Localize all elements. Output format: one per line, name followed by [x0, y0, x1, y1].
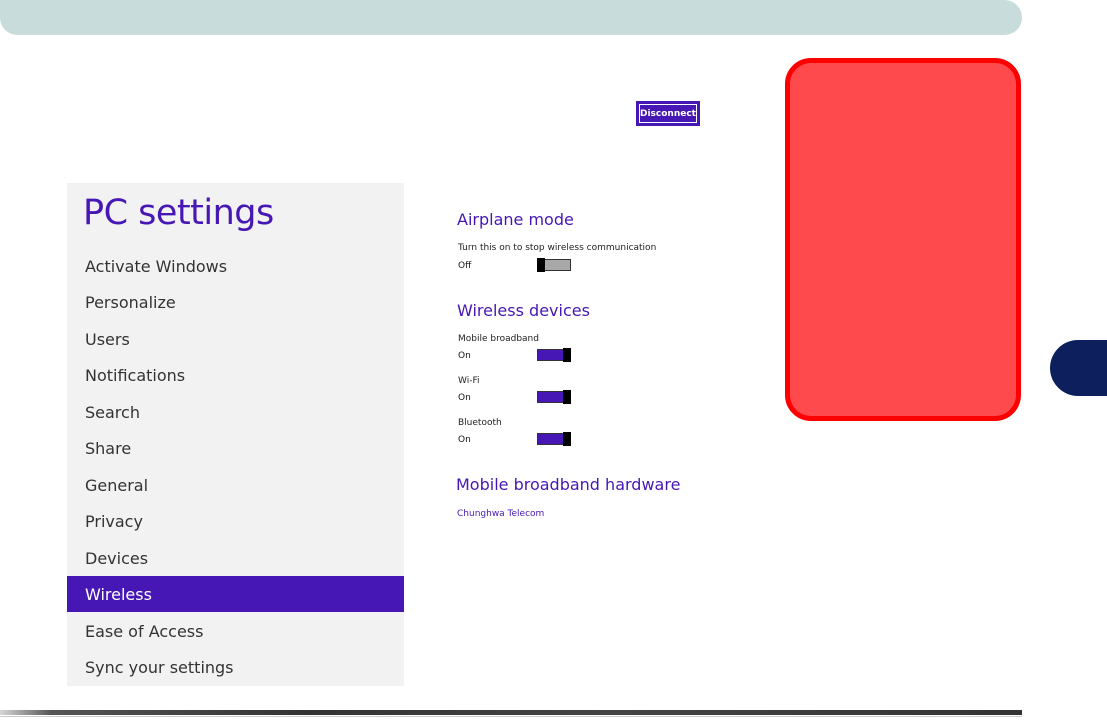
red-annotation-panel	[785, 58, 1021, 421]
disconnect-button[interactable]: Disconnect	[636, 101, 700, 126]
toggle-knob	[537, 258, 545, 272]
airplane-mode-state: Off	[458, 261, 472, 271]
sidebar-item-sync-your-settings[interactable]: Sync your settings	[67, 649, 404, 685]
bluetooth-state: On	[458, 435, 471, 445]
airplane-mode-description: Turn this on to stop wireless communicat…	[458, 243, 657, 253]
footer-divider-thin	[0, 716, 1022, 717]
sidebar-item-notifications[interactable]: Notifications	[67, 357, 404, 393]
airplane-mode-toggle[interactable]	[537, 258, 571, 272]
wifi-toggle[interactable]	[537, 390, 571, 404]
sidebar-item-general[interactable]: General	[67, 467, 404, 503]
toggle-knob	[563, 348, 571, 362]
airplane-mode-heading: Airplane mode	[457, 210, 574, 229]
toggle-knob	[563, 432, 571, 446]
chapter-tab	[1050, 340, 1107, 396]
sidebar-item-share[interactable]: Share	[67, 430, 404, 466]
sidebar-item-activate-windows[interactable]: Activate Windows	[67, 248, 404, 284]
page-title: PC settings	[83, 193, 274, 233]
bluetooth-toggle[interactable]	[537, 432, 571, 446]
wifi-label: Wi-Fi	[458, 376, 480, 386]
wifi-state: On	[458, 393, 471, 403]
sidebar-item-devices[interactable]: Devices	[67, 540, 404, 576]
footer-divider	[0, 710, 1022, 715]
sidebar-item-search[interactable]: Search	[67, 394, 404, 430]
sidebar-item-users[interactable]: Users	[67, 321, 404, 357]
sidebar-item-privacy[interactable]: Privacy	[67, 503, 404, 539]
sidebar-item-personalize[interactable]: Personalize	[67, 284, 404, 320]
mobile-broadband-hardware-heading: Mobile broadband hardware	[456, 475, 681, 494]
bluetooth-label: Bluetooth	[458, 418, 502, 428]
sidebar-item-ease-of-access[interactable]: Ease of Access	[67, 613, 404, 649]
toggle-knob	[563, 390, 571, 404]
sidebar-item-wireless[interactable]: Wireless	[67, 576, 404, 612]
header-bar	[0, 0, 1022, 35]
mobile-broadband-state: On	[458, 351, 471, 361]
mobile-broadband-toggle[interactable]	[537, 348, 571, 362]
chunghwa-telecom-link[interactable]: Chunghwa Telecom	[457, 509, 544, 519]
sidebar: PC settings Activate Windows Personalize…	[67, 183, 404, 686]
wireless-devices-heading: Wireless devices	[457, 301, 590, 320]
mobile-broadband-label: Mobile broadband	[458, 334, 539, 344]
